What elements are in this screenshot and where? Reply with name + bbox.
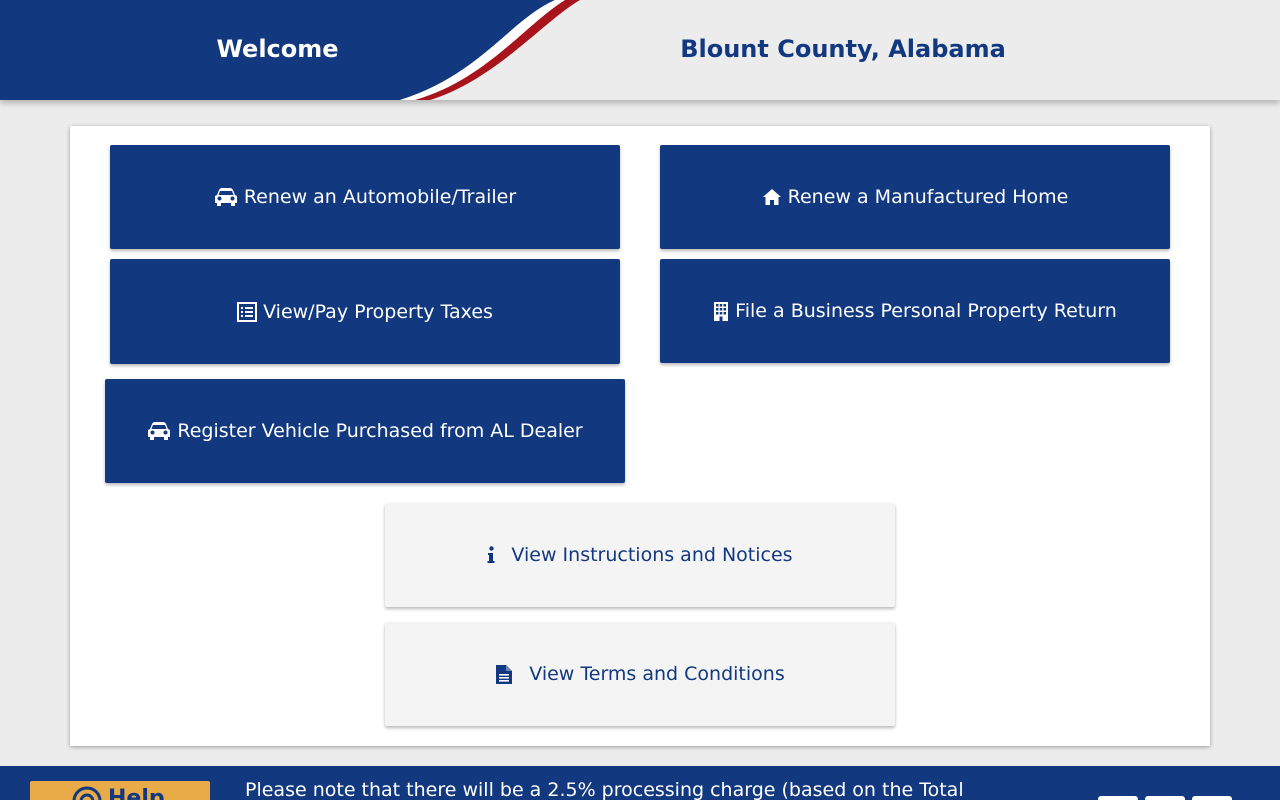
payment-card-icon [1192,796,1232,800]
renew-manufactured-home-label: Renew a Manufactured Home [787,186,1069,208]
renew-automobile-button[interactable]: Renew an Automobile/Trailer [110,145,620,249]
view-terms-button[interactable]: View Terms and Conditions [385,622,895,726]
document-icon [495,664,513,685]
county-title: Blount County, Alabama [680,35,1006,63]
help-circle-icon [72,786,102,800]
view-instructions-label: View Instructions and Notices [511,544,793,566]
file-business-property-return-button[interactable]: File a Business Personal Property Return [660,259,1170,363]
register-vehicle-button[interactable]: Register Vehicle Purchased from AL Deale… [105,379,625,483]
view-terms-label: View Terms and Conditions [529,663,785,685]
payment-card-icons [1098,796,1232,800]
renew-automobile-label: Renew an Automobile/Trailer [243,186,517,208]
payment-card-icon [1145,796,1185,800]
view-pay-property-taxes-button[interactable]: View/Pay Property Taxes [110,259,620,364]
home-icon [762,188,782,206]
welcome-heading: Welcome [216,35,339,63]
car-icon [147,421,171,441]
processing-charge-notice: Please note that there will be a 2.5% pr… [245,779,964,800]
payment-card-icon [1098,796,1138,800]
building-icon [713,301,729,321]
view-instructions-button[interactable]: View Instructions and Notices [385,503,895,607]
site-header: Welcome Blount County, Alabama [0,0,1280,100]
services-panel: Renew an Automobile/Trailer Renew a Manu… [70,126,1210,746]
footer-bar: Help Please note that there will be a 2.… [0,766,1280,800]
renew-manufactured-home-button[interactable]: Renew a Manufactured Home [660,145,1170,249]
register-vehicle-label: Register Vehicle Purchased from AL Deale… [177,420,583,442]
car-icon [214,187,238,207]
file-business-property-return-label: File a Business Personal Property Return [735,300,1117,322]
info-icon [487,546,495,564]
help-label: Help [108,786,165,800]
view-pay-property-taxes-label: View/Pay Property Taxes [263,300,493,323]
help-button[interactable]: Help [30,781,210,800]
list-icon [237,301,258,322]
